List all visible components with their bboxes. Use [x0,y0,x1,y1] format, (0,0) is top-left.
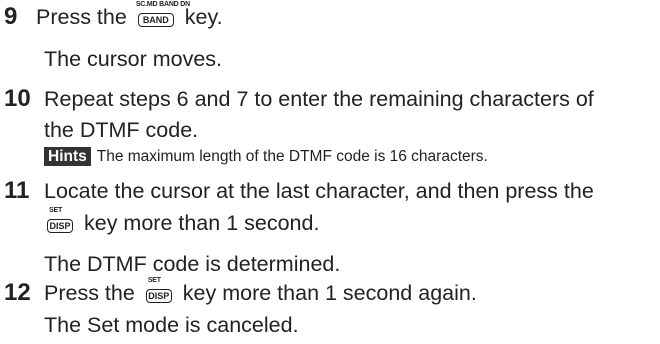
step-number: 11 [4,177,30,204]
hints-badge: Hints [44,147,91,166]
step-11: 11 Locate the cursor at the last characte… [4,176,594,206]
step-text: Repeat steps 6 and 7 to enter the remain… [44,87,594,111]
step-text: key more than 1 second again. [182,281,477,305]
band-key-icon: SC.MD BAND DN BAND [136,1,190,27]
disp-key-icon: SET DISP [144,277,174,303]
step-11-line2: SET DISP key more than 1 second. [42,207,320,238]
step-text: key more than 1 second. [83,211,320,235]
step-11-result: The DTMF code is determined. [44,252,341,276]
key-sub-label: SET [49,207,63,214]
step-number: 9 [4,3,18,30]
step-number: 12 [4,279,31,306]
step-10: 10 Repeat steps 6 and 7 to enter the rema… [4,84,594,114]
key-sub-label: SC.MD BAND DN [135,1,190,8]
step-9-result: The cursor moves. [44,47,223,71]
disp-key-icon: SET DISP [45,207,75,233]
step-12: 12 Press the SET DISP key more than 1 sec… [4,277,477,308]
step-text: Press the [44,281,135,305]
hints-text: The maximum length of the DTMF code is 1… [96,148,488,165]
step-text: Press the [36,5,127,29]
key-label: BAND [137,13,174,27]
manual-page: 9 Press the SC.MD BAND DN BAND key. The c… [0,0,660,344]
step-text: Locate the cursor at the last character,… [44,179,594,203]
key-label: DISP [47,219,73,233]
step-9: 9 Press the SC.MD BAND DN BAND key. [4,1,223,32]
key-sub-label: SET [147,277,161,284]
step-number: 10 [4,85,31,112]
step-10-line2: the DTMF code. [44,118,199,142]
step-12-result: The Set mode is canceled. [44,313,299,337]
hints-note: Hints The maximum length of the DTMF code… [44,146,488,168]
step-text: key. [184,5,223,29]
key-label: DISP [145,289,172,303]
